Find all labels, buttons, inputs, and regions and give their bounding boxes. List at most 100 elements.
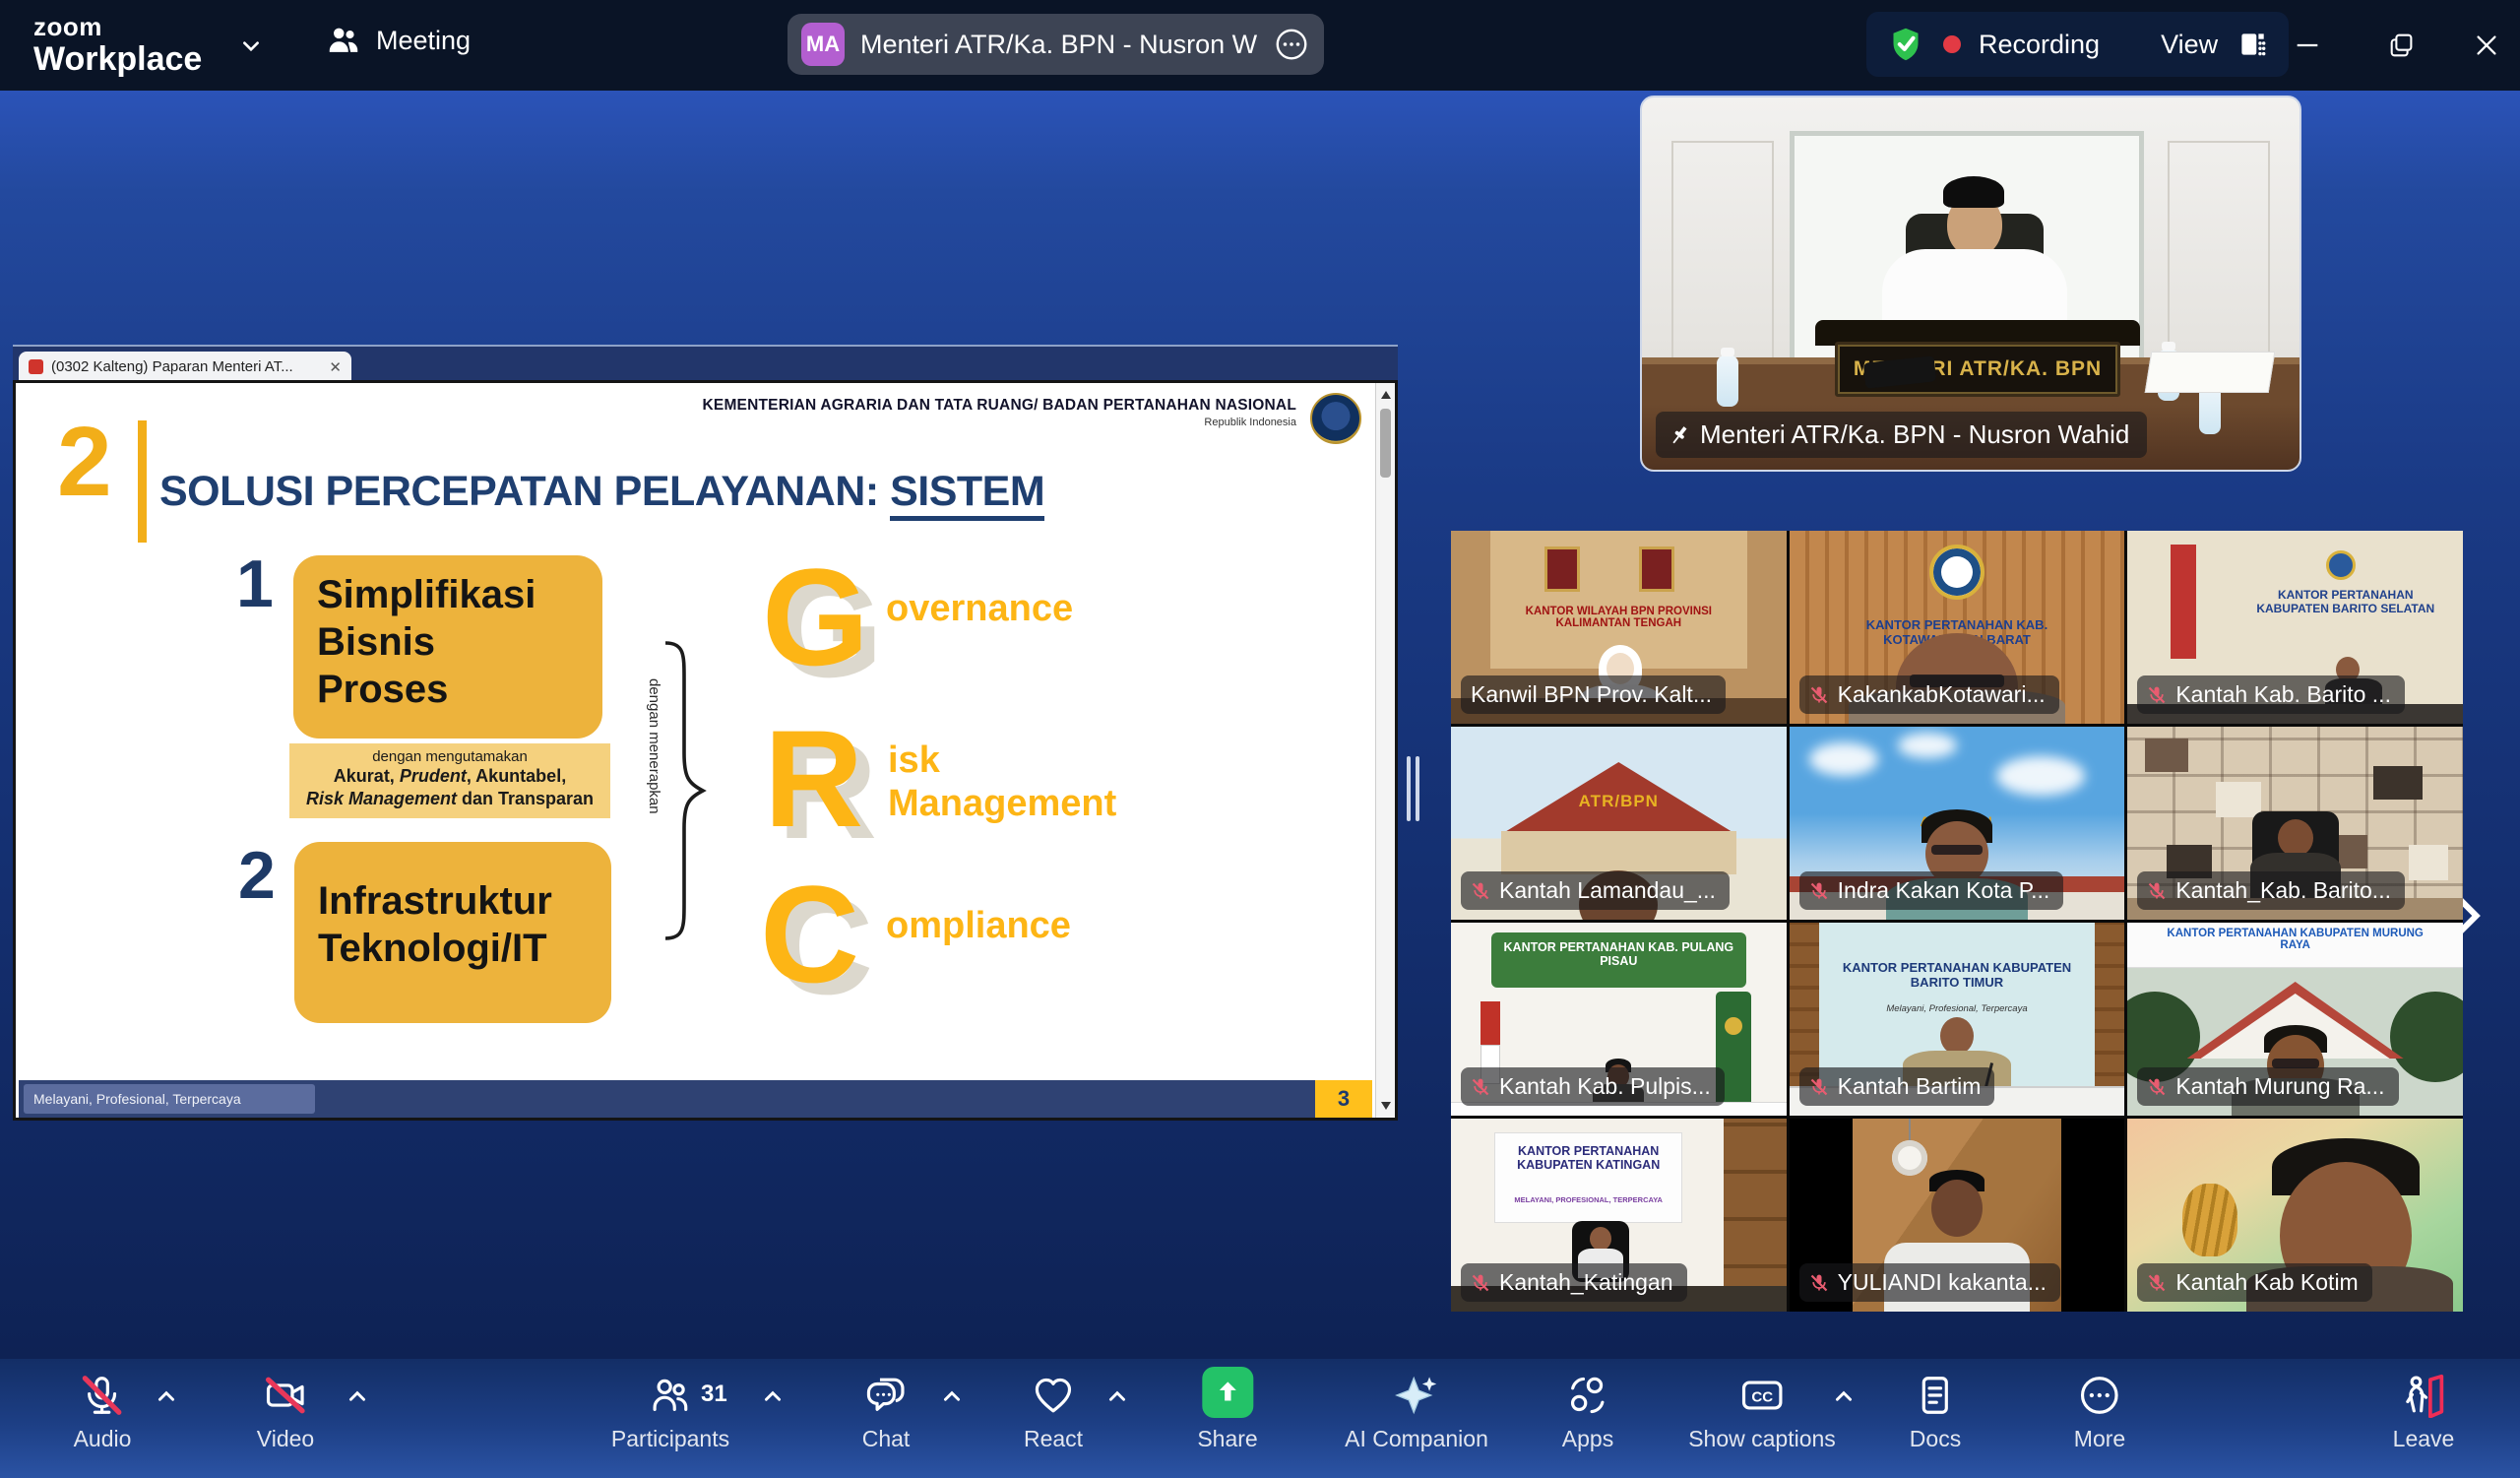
office-sign: KANTOR PERTANAHAN KABUPATEN MURUNG RAYA	[2161, 928, 2429, 951]
muted-mic-icon	[1809, 685, 1829, 705]
participant-name-label: Kantah_Katingan	[1461, 1263, 1687, 1302]
captions-options-chevron[interactable]	[1833, 1388, 1855, 1404]
office-sign: KANTOR PERTANAHAN KABUPATEN BARITO SELAT…	[2248, 588, 2443, 615]
show-captions-label: Show captions	[1688, 1426, 1836, 1452]
video-tile[interactable]: Kantah Kab Kotim	[2127, 1119, 2463, 1312]
restore-window-button[interactable]	[2380, 24, 2424, 67]
grc-letter-r: R	[764, 710, 863, 848]
ellipsis-icon[interactable]	[1273, 26, 1310, 63]
share-label: Share	[1197, 1426, 1257, 1452]
meeting-title-pill[interactable]: MA Menteri ATR/Ka. BPN - Nusron W	[788, 14, 1324, 75]
document-tab-title: (0302 Kalteng) Paparan Menteri AT...	[51, 358, 321, 375]
scrollbar[interactable]	[1375, 383, 1395, 1118]
subbox-line3: Risk Management dan Transparan	[289, 788, 610, 810]
section-number: 2	[57, 413, 112, 511]
apps-button[interactable]: Apps	[1562, 1371, 1613, 1452]
sparkle-icon	[1345, 1371, 1488, 1418]
video-tile[interactable]: KANTOR PERTANAHAN KABUPATEN BARITO TIMUR…	[1790, 923, 2125, 1116]
office-sign-motto: Melayani, Profesional, Terpercaya	[1840, 1003, 2074, 1014]
papers	[2145, 352, 2276, 393]
captions-icon: CC	[1688, 1371, 1836, 1418]
video-tile[interactable]: KANTOR WILAYAH BPN PROVINSI KALIMANTAN T…	[1451, 531, 1787, 724]
audio-button[interactable]: Audio	[74, 1371, 132, 1452]
scrollbar-thumb[interactable]	[1380, 409, 1391, 478]
black-cap	[1943, 176, 2004, 208]
video-tile[interactable]: YULIANDI kakanta...	[1790, 1119, 2125, 1312]
slide-title-main: SOLUSI PERCEPATAN PELAYANAN:	[159, 468, 890, 515]
chat-button[interactable]: Chat	[862, 1371, 911, 1452]
mic-muted-icon	[74, 1371, 132, 1418]
panel-drag-handle[interactable]	[1407, 756, 1422, 821]
share-button[interactable]: Share	[1197, 1371, 1257, 1452]
item1-line2: Bisnis	[317, 618, 602, 666]
grc-word-management: Management	[888, 783, 1116, 826]
building-wall	[1501, 831, 1735, 874]
view-layout-icon[interactable]	[2236, 28, 2269, 61]
chat-options-chevron[interactable]	[941, 1388, 963, 1404]
ai-companion-button[interactable]: AI Companion	[1345, 1371, 1488, 1452]
participants-label: Participants	[611, 1426, 729, 1452]
video-tile[interactable]: KANTOR PERTANAHAN KABUPATEN BARITO SELAT…	[2127, 531, 2463, 724]
video-tile[interactable]: ATR/BPN Indra Kakan Kota P...	[1790, 727, 2125, 920]
recording-label: Recording	[1979, 30, 2100, 60]
react-button[interactable]: React	[1024, 1371, 1083, 1452]
building-sign: ATR/BPN	[1518, 792, 1719, 811]
video-tile[interactable]: KANTOR PERTANAHAN KAB. PULANG PISAU Kant…	[1451, 923, 1787, 1116]
meeting-tab-label: Meeting	[376, 26, 471, 56]
more-button[interactable]: More	[2074, 1371, 2125, 1452]
close-window-button[interactable]	[2465, 24, 2508, 67]
audio-options-chevron[interactable]	[156, 1388, 177, 1404]
office-sign: KANTOR PERTANAHAN KABUPATEN KATINGAN	[1498, 1144, 1679, 1172]
subbox-line1: dengan mengutamakan	[289, 748, 610, 765]
participant-face	[1590, 1227, 1611, 1251]
video-tile[interactable]: Kantah_Kab. Barito...	[2127, 727, 2463, 920]
portrait-frame	[1639, 546, 1674, 592]
muted-mic-icon	[1809, 881, 1829, 901]
video-button[interactable]: Video	[257, 1371, 314, 1452]
docs-button[interactable]: Docs	[1910, 1371, 1961, 1452]
video-tile[interactable]: KANTOR PERTANAHAN KAB. KOTAWARINGIN BARA…	[1790, 531, 2125, 724]
cloud	[1996, 756, 2085, 796]
office-sign: KANTOR PERTANAHAN KAB. PULANG PISAU	[1498, 940, 1739, 968]
tab-close-icon[interactable]: ✕	[329, 358, 342, 376]
heart-icon	[1024, 1371, 1083, 1418]
apps-icon	[1562, 1371, 1613, 1418]
participant-name-label: Kanwil BPN Prov. Kalt...	[1461, 675, 1726, 714]
participant-name-label: YULIANDI kakanta...	[1799, 1263, 2060, 1302]
item1-subbox: dengan mengutamakan Akurat, Prudent, Aku…	[289, 743, 610, 818]
tab-meeting[interactable]: Meeting	[325, 22, 471, 59]
chevron-down-icon[interactable]	[240, 35, 262, 57]
scroll-down-icon[interactable]	[1381, 1102, 1391, 1110]
video-tile[interactable]: KANTOR PERTANAHAN KABUPATEN MURUNG RAYA …	[2127, 923, 2463, 1116]
participant-face	[1931, 1180, 1983, 1237]
participants-options-chevron[interactable]	[762, 1388, 784, 1404]
participant-name-label: Kantah Kab Kotim	[2137, 1263, 2371, 1302]
subbox-line2: Akurat, Prudent, Akuntabel,	[289, 765, 610, 788]
bpn-logo-icon	[1310, 393, 1361, 444]
react-options-chevron[interactable]	[1106, 1388, 1128, 1404]
security-shield-icon[interactable]	[1886, 25, 1925, 64]
participant-face	[2278, 819, 2313, 857]
republik-indonesia: Republik Indonesia	[703, 417, 1296, 428]
meeting-stage: (0302 Kalteng) Paparan Menteri AT... ✕ K…	[0, 91, 2520, 1359]
document-tab[interactable]: (0302 Kalteng) Paparan Menteri AT... ✕	[19, 352, 351, 382]
leave-button[interactable]: Leave	[2393, 1371, 2455, 1452]
pendant-lamp	[1892, 1140, 1927, 1176]
docs-label: Docs	[1910, 1426, 1961, 1452]
view-button-label[interactable]: View	[2161, 30, 2218, 60]
grc-letter-g: G	[762, 548, 869, 686]
office-sign: KANTOR WILAYAH BPN PROVINSI KALIMANTAN T…	[1501, 606, 1735, 629]
video-options-chevron[interactable]	[346, 1388, 368, 1404]
pinned-speaker-video[interactable]: MENTERI ATR/KA. BPN Menteri ATR/Ka. BPN …	[1640, 96, 2301, 472]
participant-name-label: Kantah_Kab. Barito...	[2137, 871, 2405, 910]
show-captions-button[interactable]: CC Show captions	[1688, 1371, 1836, 1452]
muted-mic-icon	[2147, 1077, 2167, 1097]
item2-number: 2	[238, 842, 276, 909]
muted-mic-icon	[2147, 881, 2167, 901]
video-tile[interactable]: ATR/BPN Kantah Lamandau_...	[1451, 727, 1787, 920]
more-ellipsis-icon	[2074, 1371, 2125, 1418]
video-tile[interactable]: KANTOR PERTANAHAN KABUPATEN KATINGAN MEL…	[1451, 1119, 1787, 1312]
scroll-up-icon[interactable]	[1381, 391, 1391, 399]
minimize-button[interactable]	[2286, 24, 2329, 67]
participant-name-label: Kantah Lamandau_...	[1461, 871, 1730, 910]
